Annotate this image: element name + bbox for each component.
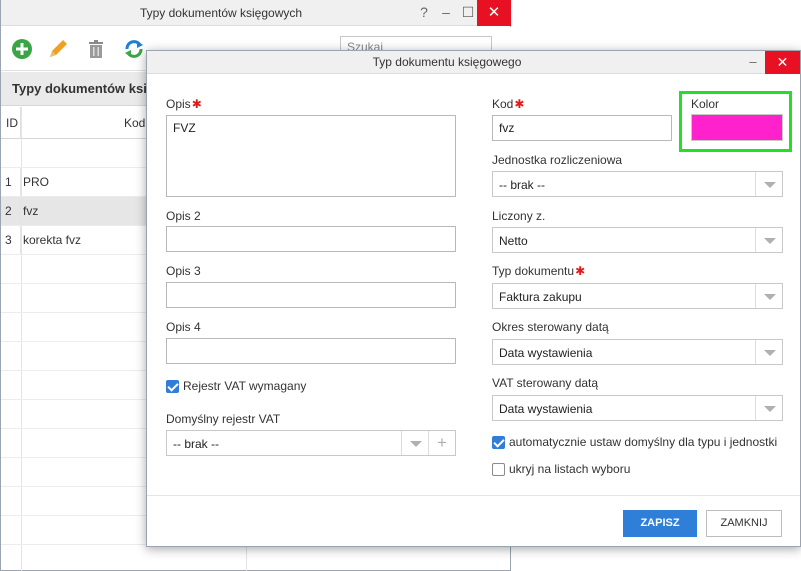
maximize-button[interactable]: ☐ — [457, 0, 479, 26]
row-name: PRO — [23, 175, 50, 189]
okres-sterowany-select[interactable]: Data wystawienia — [492, 339, 783, 365]
chevron-down-icon[interactable] — [401, 431, 428, 455]
required-marker: ✱ — [575, 264, 586, 278]
minimize-button[interactable]: – — [435, 0, 457, 26]
opis2-label: Opis 2 — [166, 209, 201, 223]
chevron-down-icon[interactable] — [755, 284, 782, 308]
opis3-label: Opis 3 — [166, 264, 201, 278]
row-id: 1 — [1, 168, 21, 196]
close-dialog-button[interactable]: ZAMKNIJ — [706, 510, 782, 537]
opis4-input[interactable] — [166, 338, 456, 364]
background-window-title: Typy dokumentów księgowych — [139, 6, 303, 20]
chevron-down-icon[interactable] — [755, 172, 782, 196]
kod-label-text: Kod — [492, 97, 514, 111]
jednostka-select[interactable]: -- brak -- — [492, 171, 783, 197]
dialog-title: Typ dokumentu księgowego — [372, 55, 522, 69]
row-id: 3 — [1, 226, 21, 254]
add-icon[interactable]: + — [428, 431, 455, 455]
footer-divider — [147, 495, 800, 496]
rejestr-vat-checkbox[interactable] — [166, 380, 179, 393]
kod-label: Kod✱ — [492, 97, 524, 111]
select-value: -- brak -- — [499, 178, 545, 192]
jednostka-label: Jednostka rozliczeniowa — [492, 153, 623, 167]
row-name: fvz — [23, 204, 39, 218]
background-titlebar: Typy dokumentów księgowych ? – ☐ ✕ — [1, 0, 512, 26]
typ-dokumentu-label-text: Typ dokumentu — [492, 264, 575, 278]
kolor-label: Kolor — [691, 97, 720, 111]
chevron-down-icon[interactable] — [755, 396, 782, 420]
domyslny-rejestr-label: Domyślny rejestr VAT — [166, 412, 281, 426]
liczony-z-label: Liczony z. — [492, 209, 546, 223]
dialog-minimize-button[interactable]: – — [743, 51, 763, 74]
column-header-id[interactable]: ID — [1, 107, 21, 139]
opis4-label: Opis 4 — [166, 320, 201, 334]
table-row-empty — [1, 545, 511, 571]
chevron-down-icon[interactable] — [755, 340, 782, 364]
add-icon[interactable] — [11, 38, 33, 60]
opis-label: Opis✱ — [166, 97, 202, 111]
row-name: korekta fvz — [23, 233, 82, 247]
vat-sterowany-select[interactable]: Data wystawienia — [492, 395, 783, 421]
row-id: 2 — [1, 197, 21, 225]
trash-icon[interactable] — [85, 38, 107, 60]
close-button[interactable]: ✕ — [477, 0, 511, 26]
dialog-close-button[interactable]: ✕ — [765, 51, 800, 74]
kod-input[interactable]: fvz — [492, 115, 672, 141]
auto-domyslny-label: automatycznie ustaw domyślny dla typu i … — [509, 435, 778, 449]
section-title: Typy dokumentów księg — [12, 81, 163, 96]
okres-sterowany-label: Okres sterowany datą — [492, 320, 609, 334]
select-value: Netto — [499, 234, 528, 248]
select-value: Faktura zakupu — [499, 290, 582, 304]
edit-pencil-icon[interactable] — [47, 38, 69, 60]
typ-dokumentu-label: Typ dokumentu✱ — [492, 264, 585, 278]
refresh-icon[interactable] — [123, 38, 145, 60]
dialog-titlebar: Typ dokumentu księgowego – ✕ — [147, 51, 800, 74]
help-button[interactable]: ? — [413, 0, 435, 26]
required-marker: ✱ — [514, 97, 525, 111]
ukryj-checkbox[interactable] — [492, 463, 505, 476]
opis3-input[interactable] — [166, 282, 456, 308]
rejestr-vat-label: Rejestr VAT wymagany — [183, 379, 307, 393]
select-value: Data wystawienia — [499, 346, 593, 360]
document-type-dialog: Typ dokumentu księgowego – ✕ Opis✱ FVZ O… — [146, 50, 801, 547]
ukryj-label: ukryj na listach wyboru — [509, 462, 631, 476]
chevron-down-icon[interactable] — [755, 228, 782, 252]
save-button[interactable]: ZAPISZ — [623, 510, 697, 537]
opis-textarea[interactable]: FVZ — [166, 115, 456, 197]
select-value: Data wystawienia — [499, 402, 593, 416]
required-marker: ✱ — [191, 97, 202, 111]
typ-dokumentu-select[interactable]: Faktura zakupu — [492, 283, 783, 309]
vat-sterowany-label: VAT sterowany datą — [492, 376, 599, 390]
opis-label-text: Opis — [166, 97, 191, 111]
liczony-z-select[interactable]: Netto — [492, 227, 783, 253]
auto-domyslny-checkbox[interactable] — [492, 436, 505, 449]
kolor-swatch[interactable] — [691, 114, 783, 141]
select-value: -- brak -- — [173, 437, 219, 451]
opis2-input[interactable] — [166, 226, 456, 252]
domyslny-rejestr-select[interactable]: -- brak -- + — [166, 430, 456, 456]
